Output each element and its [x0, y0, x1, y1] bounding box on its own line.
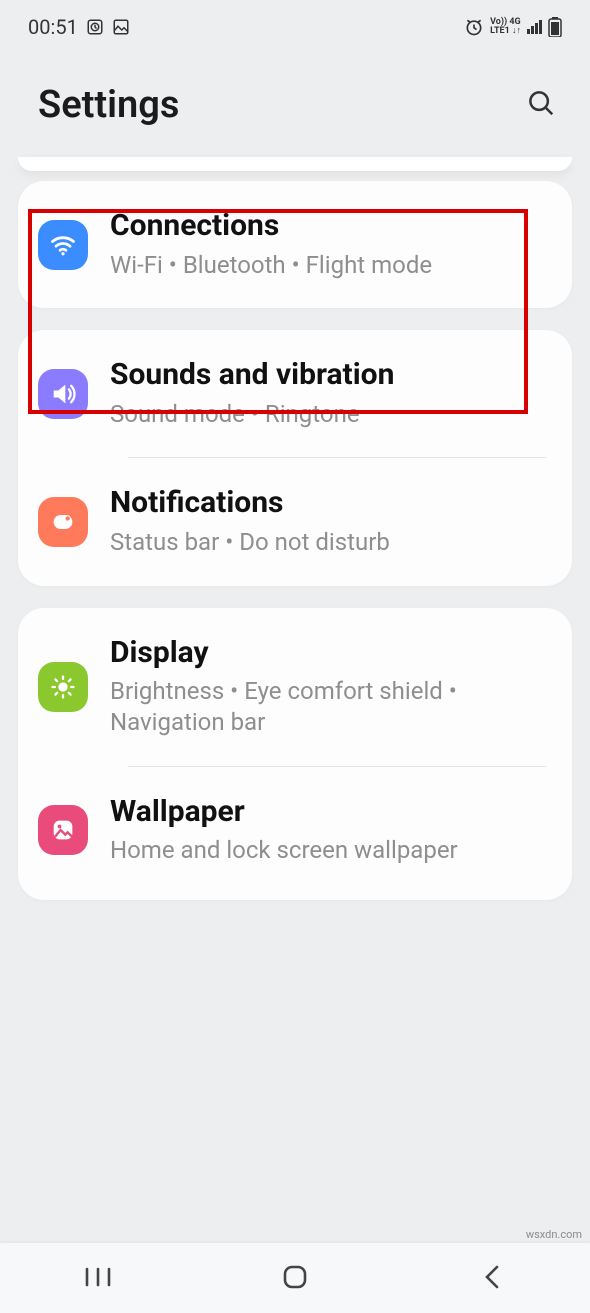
wallpaper-icon	[38, 805, 88, 855]
wifi-icon	[38, 220, 88, 270]
nav-recents-button[interactable]	[38, 1248, 158, 1308]
item-title: Notifications	[110, 486, 548, 521]
search-icon	[526, 106, 556, 121]
nav-back-button[interactable]	[432, 1248, 552, 1308]
scroll-edge-shadow	[18, 157, 572, 171]
settings-group-connections: Connections Wi‑Fi • Bluetooth • Flight m…	[18, 181, 572, 308]
battery-icon	[548, 17, 562, 37]
settings-item-wallpaper[interactable]: Wallpaper Home and lock screen wallpaper	[18, 767, 572, 900]
clock-icon	[86, 18, 104, 36]
item-title: Connections	[110, 209, 548, 244]
back-icon	[482, 1264, 502, 1293]
settings-item-sounds[interactable]: Sounds and vibration Sound mode • Ringto…	[18, 330, 572, 457]
status-time: 00:51	[28, 15, 78, 39]
item-subtitle: Wi‑Fi • Bluetooth • Flight mode	[110, 250, 548, 281]
nav-home-button[interactable]	[235, 1248, 355, 1308]
item-subtitle: Home and lock screen wallpaper	[110, 835, 548, 866]
navigation-bar	[0, 1243, 590, 1313]
settings-item-notifications[interactable]: Notifications Status bar • Do not distur…	[18, 458, 572, 585]
notifications-icon	[38, 497, 88, 547]
settings-group-display: Display Brightness • Eye comfort shield …	[18, 608, 572, 900]
network-indicator: Vo)) 4G LTE1 ↓↑	[490, 18, 521, 36]
volume-icon	[38, 369, 88, 419]
image-icon	[112, 18, 130, 36]
page-title: Settings	[38, 83, 179, 127]
item-subtitle: Brightness • Eye comfort shield • Naviga…	[110, 676, 548, 737]
item-title: Display	[110, 636, 548, 671]
item-subtitle: Sound mode • Ringtone	[110, 399, 548, 430]
item-title: Sounds and vibration	[110, 358, 548, 393]
search-button[interactable]	[520, 82, 562, 127]
settings-group-sounds: Sounds and vibration Sound mode • Ringto…	[18, 330, 572, 585]
watermark: wsxdn.com	[526, 1228, 582, 1241]
item-title: Wallpaper	[110, 795, 548, 830]
settings-item-display[interactable]: Display Brightness • Eye comfort shield …	[18, 608, 572, 766]
brightness-icon	[38, 662, 88, 712]
recents-icon	[84, 1266, 112, 1291]
status-bar: 00:51 Vo)) 4G LTE1 ↓↑	[0, 0, 590, 48]
page-header: Settings	[0, 48, 590, 157]
alarm-icon	[464, 17, 484, 37]
item-subtitle: Status bar • Do not disturb	[110, 527, 548, 558]
home-icon	[282, 1264, 308, 1293]
signal-icon	[527, 20, 542, 34]
settings-item-connections[interactable]: Connections Wi‑Fi • Bluetooth • Flight m…	[18, 181, 572, 308]
